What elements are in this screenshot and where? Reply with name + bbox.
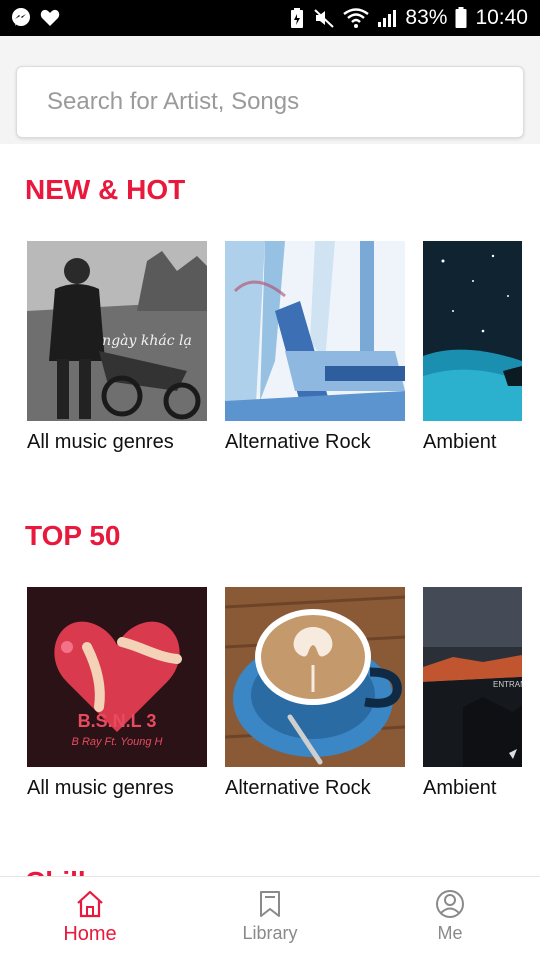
cover-subtext: B Ray Ft. Young H — [72, 736, 163, 748]
bottom-nav: Home Library Me — [0, 876, 540, 960]
card-label: All music genres — [27, 431, 174, 453]
card-label: All music genres — [27, 777, 174, 799]
battery-icon — [455, 7, 467, 29]
card-label: Ambient — [423, 431, 497, 453]
genre-card[interactable]: ENTRAN Ambient — [423, 587, 522, 800]
heart-icon — [40, 9, 60, 27]
album-cover[interactable] — [225, 241, 405, 421]
nav-me[interactable]: Me — [360, 877, 540, 960]
album-cover[interactable]: B.S.N.L 3 B Ray Ft. Young H — [27, 587, 207, 767]
card-label: Ambient — [423, 777, 497, 799]
card-label: Alternative Rock — [225, 431, 371, 453]
wifi-icon — [343, 8, 370, 28]
profile-icon — [436, 890, 464, 918]
search-input[interactable] — [17, 67, 523, 137]
genre-card[interactable]: Ambient — [423, 241, 522, 454]
search-area — [0, 36, 540, 144]
mute-icon — [313, 7, 335, 29]
cover-text: ngày khác lạ — [102, 333, 192, 349]
battery-percent: 83% — [405, 6, 448, 29]
clock: 10:40 — [475, 6, 528, 29]
status-left — [10, 7, 60, 29]
status-bar: 83% 10:40 — [0, 0, 540, 36]
cover-text: ENTRAN — [493, 680, 522, 689]
section-new-and-hot: NEW & HOT ngày khác lạ All music genres … — [0, 144, 540, 484]
cover-text: B.S.N.L 3 — [78, 711, 157, 731]
bookmark-icon — [260, 891, 280, 917]
section-title: TOP 50 — [25, 520, 121, 551]
card-row: B.S.N.L 3 B Ray Ft. Young H All music ge… — [27, 587, 540, 800]
app-screen: 83% 10:40 NEW & HOT — [0, 0, 540, 960]
genre-card[interactable]: Alternative Rock — [225, 241, 405, 454]
card-row: ngày khác lạ All music genres Alternativ… — [27, 241, 540, 454]
signal-icon — [377, 8, 397, 28]
status-right: 83% 10:40 — [289, 6, 528, 30]
nav-label: Me — [437, 923, 463, 943]
album-cover[interactable] — [423, 241, 522, 421]
album-cover[interactable]: ENTRAN — [423, 587, 522, 767]
home-icon — [77, 890, 103, 918]
genre-card[interactable]: ngày khác lạ All music genres — [27, 241, 207, 454]
nav-label: Library — [242, 923, 298, 943]
section-title: NEW & HOT — [25, 174, 186, 205]
nav-library[interactable]: Library — [180, 877, 360, 960]
messenger-icon — [10, 7, 32, 29]
genre-card[interactable]: B.S.N.L 3 B Ray Ft. Young H All music ge… — [27, 587, 207, 800]
album-cover[interactable] — [225, 587, 405, 767]
nav-label: Home — [63, 923, 117, 945]
battery-saver-icon — [289, 7, 305, 29]
nav-home[interactable]: Home — [0, 877, 180, 960]
search-box[interactable] — [16, 66, 524, 138]
section-top-50: TOP 50 B.S.N.L 3 B Ray Ft. Young H All m… — [0, 490, 540, 830]
genre-card[interactable]: Alternative Rock — [225, 587, 405, 800]
card-label: Alternative Rock — [225, 777, 371, 799]
album-cover[interactable]: ngày khác lạ — [27, 241, 207, 421]
